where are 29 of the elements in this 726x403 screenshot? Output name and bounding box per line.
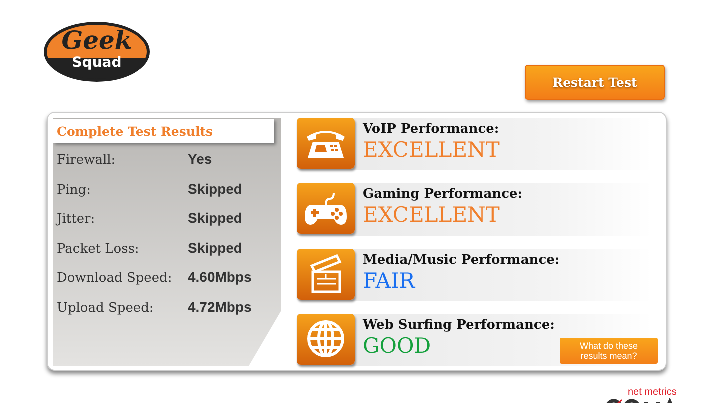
performance-title: Gaming Performance:	[363, 187, 523, 202]
result-label: Upload Speed:	[57, 300, 155, 316]
logo-tagline: net metrics	[628, 388, 677, 398]
gamepad-icon	[304, 190, 348, 227]
result-value: Skipped	[188, 180, 242, 196]
result-label: Ping:	[57, 182, 92, 198]
result-value: Yes	[188, 151, 212, 167]
result-value: 4.60Mbps	[188, 269, 252, 285]
performance-rating: EXCELLENT	[363, 202, 501, 228]
result-label: Firewall:	[57, 153, 117, 168]
logo-text: Squad	[72, 55, 122, 71]
result-value: Skipped	[188, 210, 242, 226]
results-title: Complete Test Results	[53, 119, 274, 143]
result-label: Packet Loss:	[57, 242, 140, 256]
performance-title: Media/Music Performance:	[363, 252, 560, 268]
restart-test-button[interactable]: Restart Test	[525, 65, 665, 100]
result-label: Download Speed:	[57, 271, 174, 286]
result-label: Jitter:	[57, 212, 96, 227]
globe-icon	[306, 319, 346, 360]
performance-rating: FAIR	[363, 268, 416, 294]
result-value: Skipped	[188, 240, 242, 256]
performance-title: VoIP Performance:	[363, 122, 500, 137]
performance-title: Web Surfing Performance:	[363, 318, 555, 333]
performance-rating: GOOD	[363, 332, 432, 359]
performance-rating: EXCELLENT	[363, 137, 500, 163]
clapperboard-icon	[309, 254, 343, 294]
results-help-button[interactable]: What do these results mean?	[560, 338, 658, 364]
logo-text: Geek	[62, 27, 132, 55]
result-value: 4.72Mbps	[188, 298, 252, 314]
